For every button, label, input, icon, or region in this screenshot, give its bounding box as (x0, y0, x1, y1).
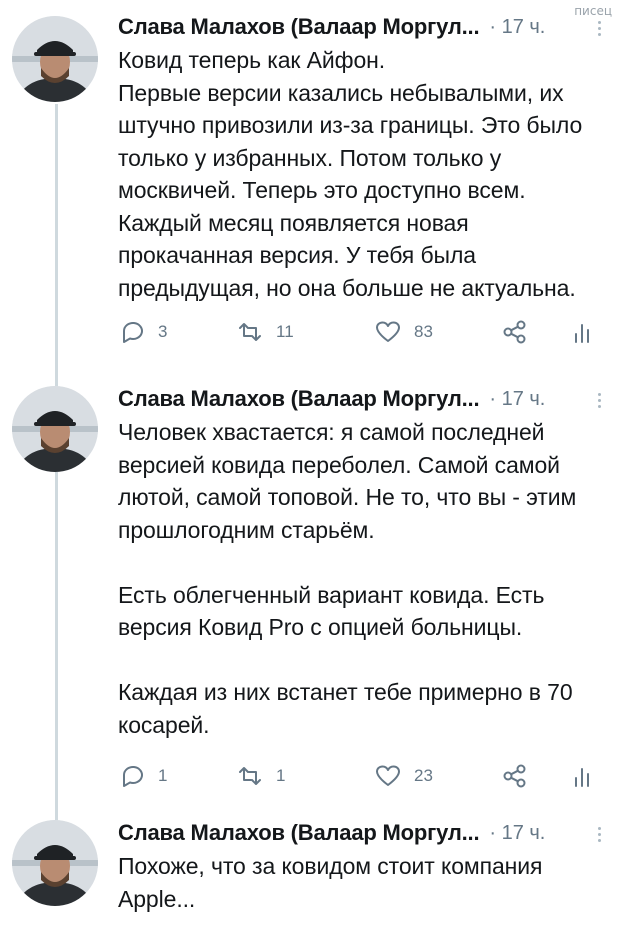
avatar[interactable] (12, 386, 98, 472)
stats-icon (575, 768, 589, 787)
tweet-text: Ковид теперь как Айфон. Первые версии ка… (118, 47, 583, 301)
retweet-button[interactable]: 1 (236, 762, 285, 790)
stats-button[interactable] (568, 318, 596, 346)
retweet-count: 1 (276, 766, 286, 785)
retweet-icon (239, 323, 261, 341)
stats-icon (575, 324, 589, 343)
like-count: 23 (414, 766, 433, 785)
heart-icon (376, 765, 400, 786)
avatar-image (12, 820, 98, 906)
author-name[interactable]: Слава Малахов (Валаар Моргул... (118, 820, 480, 846)
avatar-image (12, 16, 98, 102)
like-button[interactable]: 23 (374, 762, 433, 790)
heart-icon (376, 321, 400, 342)
tweet-text: Похоже, что за ковидом стоит компания Ap… (118, 853, 543, 912)
tweet-text: Человек хвастается: я самой последней ве… (118, 419, 577, 738)
reply-icon (122, 321, 143, 343)
share-button[interactable] (501, 762, 529, 790)
like-count: 83 (414, 322, 433, 341)
timestamp[interactable]: · 17 ч. (489, 822, 545, 845)
share-icon (503, 320, 526, 344)
avatar-image (12, 386, 98, 472)
avatar[interactable] (12, 16, 98, 102)
reply-count: 1 (158, 766, 168, 785)
stats-button[interactable] (568, 762, 596, 790)
thread-line (55, 472, 58, 822)
more-vertical-icon[interactable] (592, 391, 606, 408)
reply-count: 3 (158, 322, 168, 341)
author-name[interactable]: Слава Малахов (Валаар Моргул... (118, 386, 480, 412)
thread-line (55, 104, 58, 390)
avatar[interactable] (12, 820, 98, 906)
timestamp[interactable]: · 17 ч. (489, 388, 545, 411)
like-button[interactable]: 83 (374, 318, 433, 346)
action-bar: 1 1 23 (118, 756, 606, 796)
share-button[interactable] (501, 318, 529, 346)
reply-icon (122, 765, 143, 787)
more-vertical-icon[interactable] (592, 825, 606, 842)
reply-button[interactable]: 1 (118, 762, 167, 790)
retweet-count: 11 (276, 322, 294, 341)
more-vertical-icon[interactable] (592, 19, 606, 36)
action-bar: 3 11 83 (118, 312, 606, 352)
retweet-icon (239, 767, 261, 785)
reply-button[interactable]: 3 (118, 318, 167, 346)
retweet-button[interactable]: 11 (236, 318, 294, 346)
author-name[interactable]: Слава Малахов (Валаар Моргул... (118, 14, 480, 40)
timestamp[interactable]: · 17 ч. (489, 16, 545, 39)
share-icon (503, 764, 526, 788)
